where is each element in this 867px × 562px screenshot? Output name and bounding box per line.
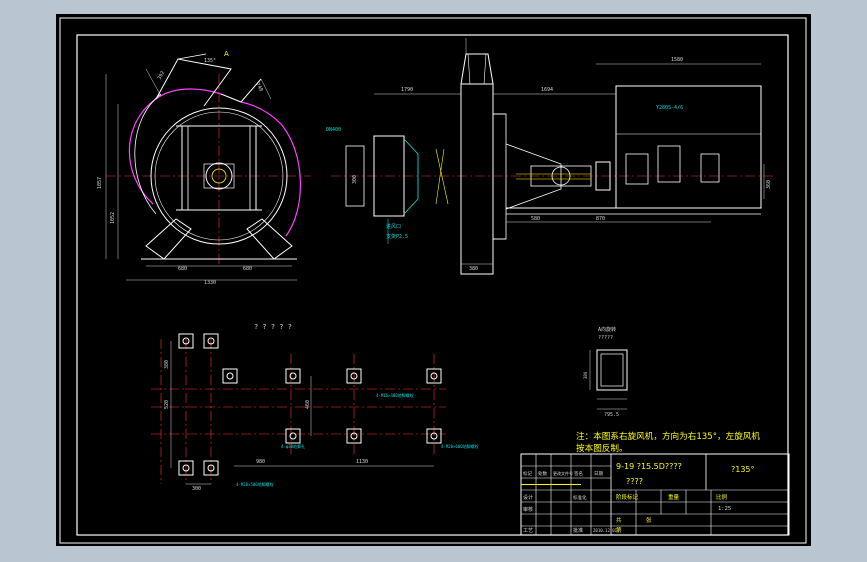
dim-plan-f: 380 <box>164 360 170 369</box>
dim-outlet-a: 392 <box>157 70 167 81</box>
dim-front-h: 1057 <box>97 177 103 189</box>
tb-sheet: 共 <box>616 516 622 524</box>
dim-plan-c: 300 <box>192 486 201 492</box>
sheet-border <box>59 17 807 544</box>
dim-view-h: 380 <box>583 371 588 379</box>
tb-project: 9-19 ?15.5D???? <box>616 462 682 471</box>
dim-plan-a: 980 <box>256 459 265 465</box>
dim-side-a: 1790 <box>401 87 413 93</box>
note-line1: 注：本图系右旋风机，方向为右135°，左旋风机 <box>576 430 760 442</box>
tb-project-sub: ???? <box>626 477 643 486</box>
tb-weight: 重量 <box>668 493 680 501</box>
tb-approve: 批准 <box>573 527 583 534</box>
front-view <box>105 53 311 281</box>
angle-top: 135° <box>204 58 216 64</box>
dim-side-d: 380 <box>469 266 478 272</box>
dim-side-g: 360 <box>766 180 772 189</box>
cad-viewport[interactable]: 1057 1052 680 680 1330 392 740 135° A 17… <box>56 14 811 546</box>
note-line2: 按本图反制。 <box>576 442 628 454</box>
support-label: 支架P2.5 <box>386 233 408 240</box>
side-view <box>331 53 776 275</box>
dim-side-h: 300 <box>352 175 358 184</box>
view-letter: A <box>224 50 229 58</box>
dim-front-h2: 1052 <box>110 212 116 224</box>
dim-side-b: 1694 <box>541 87 553 93</box>
plan-note-bolt-a: 4-M20×500地脚螺栓 <box>236 481 274 487</box>
tb-standard: 标准化 <box>573 494 587 501</box>
tb-process: 工艺 <box>523 528 533 534</box>
tb-check: 审核 <box>523 506 533 513</box>
motor-label: Y280S-4/6 <box>656 105 683 111</box>
a-view-sub: ????? <box>598 335 613 341</box>
dim-plan-b: 1130 <box>356 459 368 465</box>
cad-drawing: 1057 1052 680 680 1330 392 740 135° A 17… <box>59 17 807 544</box>
tb-stage: 阶段标记 <box>616 493 639 501</box>
dim-plan-d: 520 <box>164 400 170 409</box>
dim-side-e: 580 <box>531 216 540 222</box>
a-view <box>589 349 628 410</box>
tb-sheet-count: 张 <box>646 516 652 524</box>
foundation-plan <box>151 333 446 485</box>
tb-count: 处数 <box>538 470 547 477</box>
a-view-label: A向旋转 <box>598 326 616 333</box>
plan-note-bolt-c: 4-M16×400地脚螺栓 <box>376 392 414 398</box>
dim-side-c: 1580 <box>671 57 683 63</box>
dim-front-w-total: 1330 <box>204 280 216 286</box>
dim-front-w-left: 680 <box>178 266 187 272</box>
dim-view-w: ?95.5 <box>604 412 619 418</box>
dim-side-f: 870 <box>596 216 605 222</box>
tb-date-label: 日期 <box>594 471 603 477</box>
tb-rev: 标记 <box>523 470 532 477</box>
tb-scale: 1:25 <box>718 506 731 512</box>
tb-design: 设计 <box>523 494 533 501</box>
plan-note-bolt-b: 4-φ30地脚孔 <box>281 443 305 449</box>
dim-front-w-right: 680 <box>243 266 252 272</box>
plan-note-bolt-d: 4-M20×600地脚螺栓 <box>441 443 479 449</box>
tb-file: 更改文件号 <box>553 470 573 476</box>
dim-outlet-b: 740 <box>254 82 264 93</box>
plan-title: ? ? ? ? ? <box>254 323 292 331</box>
flange-label: DN400 <box>326 127 341 133</box>
tb-angle: ?135° <box>731 465 755 474</box>
tb-sign: 签名 <box>574 470 583 477</box>
tb-scale-label: 比例 <box>716 493 728 501</box>
tb-date: 2010.12.01 <box>593 528 618 533</box>
dim-plan-e: 460 <box>305 400 311 409</box>
tb-page: 第 <box>616 526 622 534</box>
